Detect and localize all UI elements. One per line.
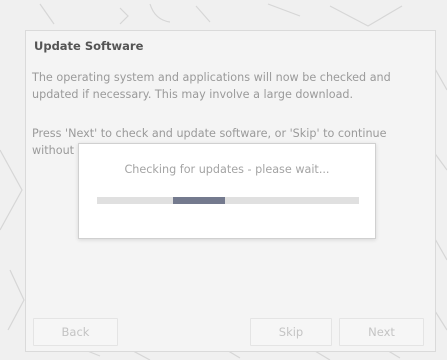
progress-dialog: Checking for updates - please wait... bbox=[78, 143, 376, 239]
dialog-description: The operating system and applications wi… bbox=[32, 71, 391, 101]
skip-button[interactable]: Skip bbox=[250, 318, 332, 346]
progress-indicator bbox=[172, 197, 226, 204]
dialog-title: Update Software bbox=[34, 39, 144, 53]
progress-bar bbox=[97, 197, 359, 204]
progress-message: Checking for updates - please wait... bbox=[124, 163, 330, 176]
back-button[interactable]: Back bbox=[33, 318, 118, 346]
next-button[interactable]: Next bbox=[339, 318, 424, 346]
